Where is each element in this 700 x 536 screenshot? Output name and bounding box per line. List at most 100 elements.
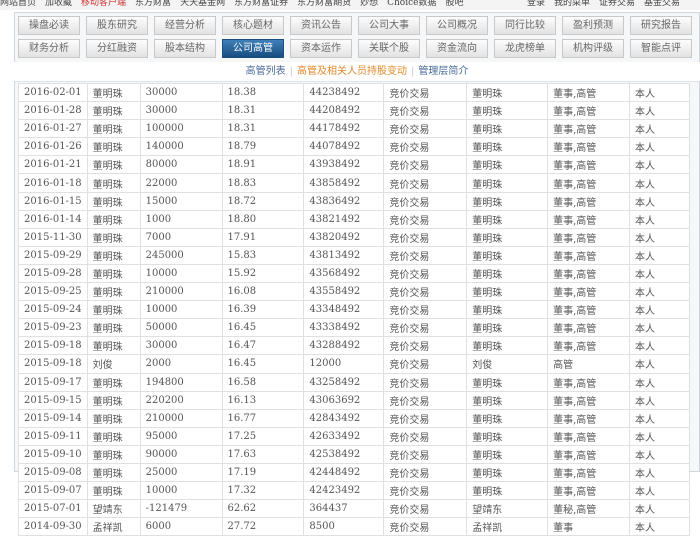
top-nav-link[interactable]: 东方财富期货 <box>297 0 351 8</box>
table-cell: 44078492 <box>303 137 385 157</box>
table-cell: 16.13 <box>221 390 305 410</box>
table-cell: 本人 <box>629 426 690 446</box>
table-cell: 董事,高管 <box>547 481 631 501</box>
table-cell: 本人 <box>629 101 690 121</box>
table-cell: 竞价交易 <box>383 137 468 157</box>
top-nav-link[interactable]: 股吧 <box>445 0 463 8</box>
tab-item[interactable]: 关联个股 <box>358 39 420 58</box>
tab-item[interactable]: 资本运作 <box>290 39 352 58</box>
table-cell: 董事,高管 <box>547 119 631 139</box>
table-cell: 44238492 <box>303 82 385 103</box>
table-row: 2015-09-18 董明珠 30000 16.47 43288492 竞价交易 董明珠 董事… <box>18 336 690 356</box>
top-nav-link[interactable]: 移动客户端 <box>81 0 126 8</box>
top-nav-link[interactable]: 天天基金网 <box>180 0 225 8</box>
table-cell: -121479 <box>139 499 223 519</box>
tab-item[interactable]: 同行比较 <box>494 16 556 35</box>
table-cell: 17.25 <box>221 426 305 446</box>
tab-item[interactable]: 公司大事 <box>358 16 420 35</box>
tab-item[interactable]: 资讯公告 <box>290 16 352 35</box>
tab-item[interactable]: 公司高管 <box>222 39 284 58</box>
top-nav-link[interactable]: 妙想 <box>360 0 378 8</box>
tab-item[interactable]: 经营分析 <box>154 16 216 35</box>
top-nav-link[interactable]: 登录 <box>527 0 545 8</box>
top-nav-link[interactable]: 基金交易 <box>644 0 680 8</box>
table-cell: 董明珠 <box>86 209 141 229</box>
table-cell: 43836492 <box>303 191 385 211</box>
tab-item[interactable]: 股东研究 <box>86 16 148 35</box>
table-cell: 董事,高管 <box>547 282 631 302</box>
table-cell: 董明珠 <box>86 336 141 356</box>
table-cell: 董明珠 <box>466 426 549 446</box>
top-nav-link[interactable]: 网站首页 <box>0 0 36 8</box>
table-cell: 2016-01-27 <box>18 119 88 139</box>
top-nav: 网站首页 加收藏 移动客户端 东方财富 天天基金网 东方财富证券 东方财富期货 妙想 Choic… <box>0 0 700 10</box>
table-cell: 43821492 <box>303 209 385 229</box>
sub-nav-link[interactable]: 管理层简介 <box>418 66 468 77</box>
table-cell: 董明珠 <box>466 300 549 320</box>
table-cell: 董事,高管 <box>547 101 631 121</box>
tab-item[interactable]: 智能点评 <box>630 39 692 58</box>
table-cell: 竞价交易 <box>383 119 468 139</box>
table-cell: 2015-09-18 <box>18 336 88 356</box>
table-cell: 董明珠 <box>466 408 549 428</box>
table-cell: 董明珠 <box>466 209 549 229</box>
table-cell: 2015-09-14 <box>18 408 88 428</box>
table-cell: 42538492 <box>303 444 385 464</box>
table-cell: 10000 <box>139 263 223 284</box>
table-cell: 2015-11-30 <box>18 227 88 247</box>
table-cell: 竞价交易 <box>383 499 468 519</box>
tab-item[interactable]: 公司概况 <box>426 16 488 35</box>
table-row: 2015-09-29 董明珠 245000 15.83 43813492 竞价交易 董明珠董… <box>18 245 690 265</box>
top-nav-link[interactable]: 我的菜单 <box>554 0 590 8</box>
top-nav-link[interactable]: 东方财富 <box>135 0 171 8</box>
table-cell: 17.63 <box>221 444 305 464</box>
table-cell: 2016-01-15 <box>18 191 88 211</box>
tab-item[interactable]: 操盘必读 <box>18 16 80 35</box>
top-nav-link[interactable]: 加收藏 <box>45 0 72 8</box>
tab-item[interactable]: 研究报告 <box>630 16 692 35</box>
table-cell: 董事,高管 <box>547 209 631 229</box>
table-cell: 董明珠 <box>86 300 141 320</box>
table-cell: 本人 <box>629 245 690 265</box>
table-cell: 2015-09-11 <box>18 426 88 446</box>
table-cell: 董明珠 <box>86 82 141 103</box>
tab-item[interactable]: 财务分析 <box>18 39 80 58</box>
table-cell: 30000 <box>139 101 223 121</box>
tab-item[interactable]: 机构评级 <box>562 39 624 58</box>
table-cell: 董明珠 <box>466 245 549 265</box>
table-cell: 董事,高管 <box>547 300 631 320</box>
table-row: 2016-01-18 董明珠 22000 18.83 43858492 竞价交易 董明珠 董事… <box>18 173 690 193</box>
table-cell: 竞价交易 <box>383 282 468 302</box>
table-cell: 18.79 <box>221 137 305 157</box>
table-cell: 刘俊 <box>466 354 549 374</box>
table-cell: 本人 <box>629 82 690 103</box>
table-cell: 董明珠 <box>86 155 141 175</box>
tab-item[interactable]: 盈利预测 <box>562 16 624 35</box>
sub-nav-link[interactable]: 高管及相关人员持股变动 <box>297 66 407 77</box>
table-cell: 本人 <box>629 282 690 302</box>
top-nav-link[interactable]: 证券交易 <box>599 0 635 8</box>
table-cell: 董明珠 <box>466 462 549 483</box>
separator: | <box>411 66 415 77</box>
table-row: 2016-01-26 董明珠 140000 18.79 44078492 竞价交易 董明珠董… <box>18 137 690 157</box>
tab-item[interactable]: 分红融资 <box>86 39 148 58</box>
table-cell: 18.38 <box>221 82 305 103</box>
top-nav-link[interactable]: Choice数据 <box>387 0 436 8</box>
table-cell: 2015-09-24 <box>18 300 88 320</box>
tab-item[interactable]: 股本结构 <box>154 39 216 58</box>
tab-item[interactable]: 核心题材 <box>222 16 284 35</box>
table-cell: 竞价交易 <box>383 82 468 103</box>
table-cell: 竞价交易 <box>383 101 468 121</box>
top-nav-link[interactable]: 东方财富证券 <box>234 0 288 8</box>
table-cell: 孟祥凯 <box>86 517 141 536</box>
table-row: 2015-09-14 董明珠 210000 16.77 42843492 竞价交易 董明珠董… <box>18 408 690 428</box>
sub-nav-link[interactable]: 高管列表 <box>246 66 286 77</box>
tab-item[interactable]: 龙虎榜单 <box>494 39 556 58</box>
table-cell: 董明珠 <box>86 263 141 284</box>
table-cell: 42448492 <box>303 462 385 483</box>
table-cell: 90000 <box>139 444 223 464</box>
tab-item[interactable]: 资金流向 <box>426 39 488 58</box>
table-cell: 30000 <box>139 336 223 356</box>
table-cell: 董秘,高管 <box>547 499 631 519</box>
table-cell: 竞价交易 <box>383 426 468 446</box>
